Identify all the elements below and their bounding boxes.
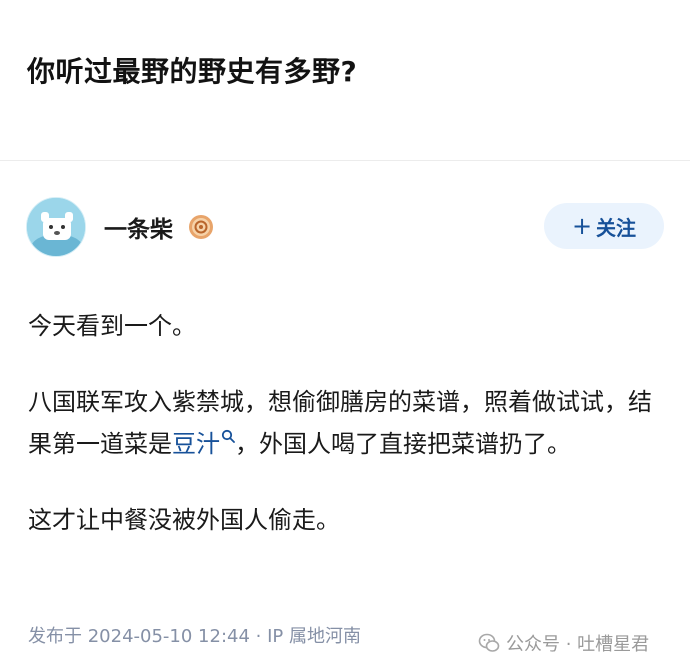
watermark: 公众号 · 吐槽星君 bbox=[478, 630, 649, 656]
question-title[interactable]: 你听过最野的野史有多野? bbox=[27, 50, 357, 90]
watermark-text: 公众号 · 吐槽星君 bbox=[506, 634, 650, 655]
avatar-image bbox=[27, 198, 85, 256]
answer-body: 今天看到一个。 八国联军攻入紫禁城，想偷御膳房的菜谱，照着做试试，结果第一道菜是… bbox=[28, 305, 668, 541]
keyword-link-text: 豆汁 bbox=[172, 430, 220, 458]
author-row: 一条柴 + 关注 bbox=[0, 195, 690, 265]
answer-paragraph: 八国联军攻入紫禁城，想偷御膳房的菜谱，照着做试试，结果第一道菜是豆汁 ，外国人喝了… bbox=[28, 381, 668, 465]
search-icon bbox=[221, 429, 235, 443]
keyword-search-link[interactable]: 豆汁 bbox=[172, 429, 235, 458]
author-name[interactable]: 一条柴 bbox=[104, 210, 173, 244]
follow-button[interactable]: + 关注 bbox=[544, 203, 664, 249]
answer-paragraph: 这才让中餐没被外国人偷走。 bbox=[28, 506, 340, 534]
paragraph-text: ，外国人喝了直接把菜谱扔了。 bbox=[235, 430, 571, 458]
wechat-icon bbox=[478, 633, 500, 652]
follow-label: 关注 bbox=[596, 215, 637, 240]
avatar[interactable] bbox=[26, 197, 86, 257]
publish-info: 发布于 2024-05-10 12:44 · IP 属地河南 bbox=[28, 626, 361, 647]
badge-icon bbox=[189, 215, 213, 239]
plus-icon: + bbox=[571, 212, 593, 240]
answer-paragraph: 今天看到一个。 bbox=[28, 312, 196, 340]
divider bbox=[0, 160, 690, 161]
